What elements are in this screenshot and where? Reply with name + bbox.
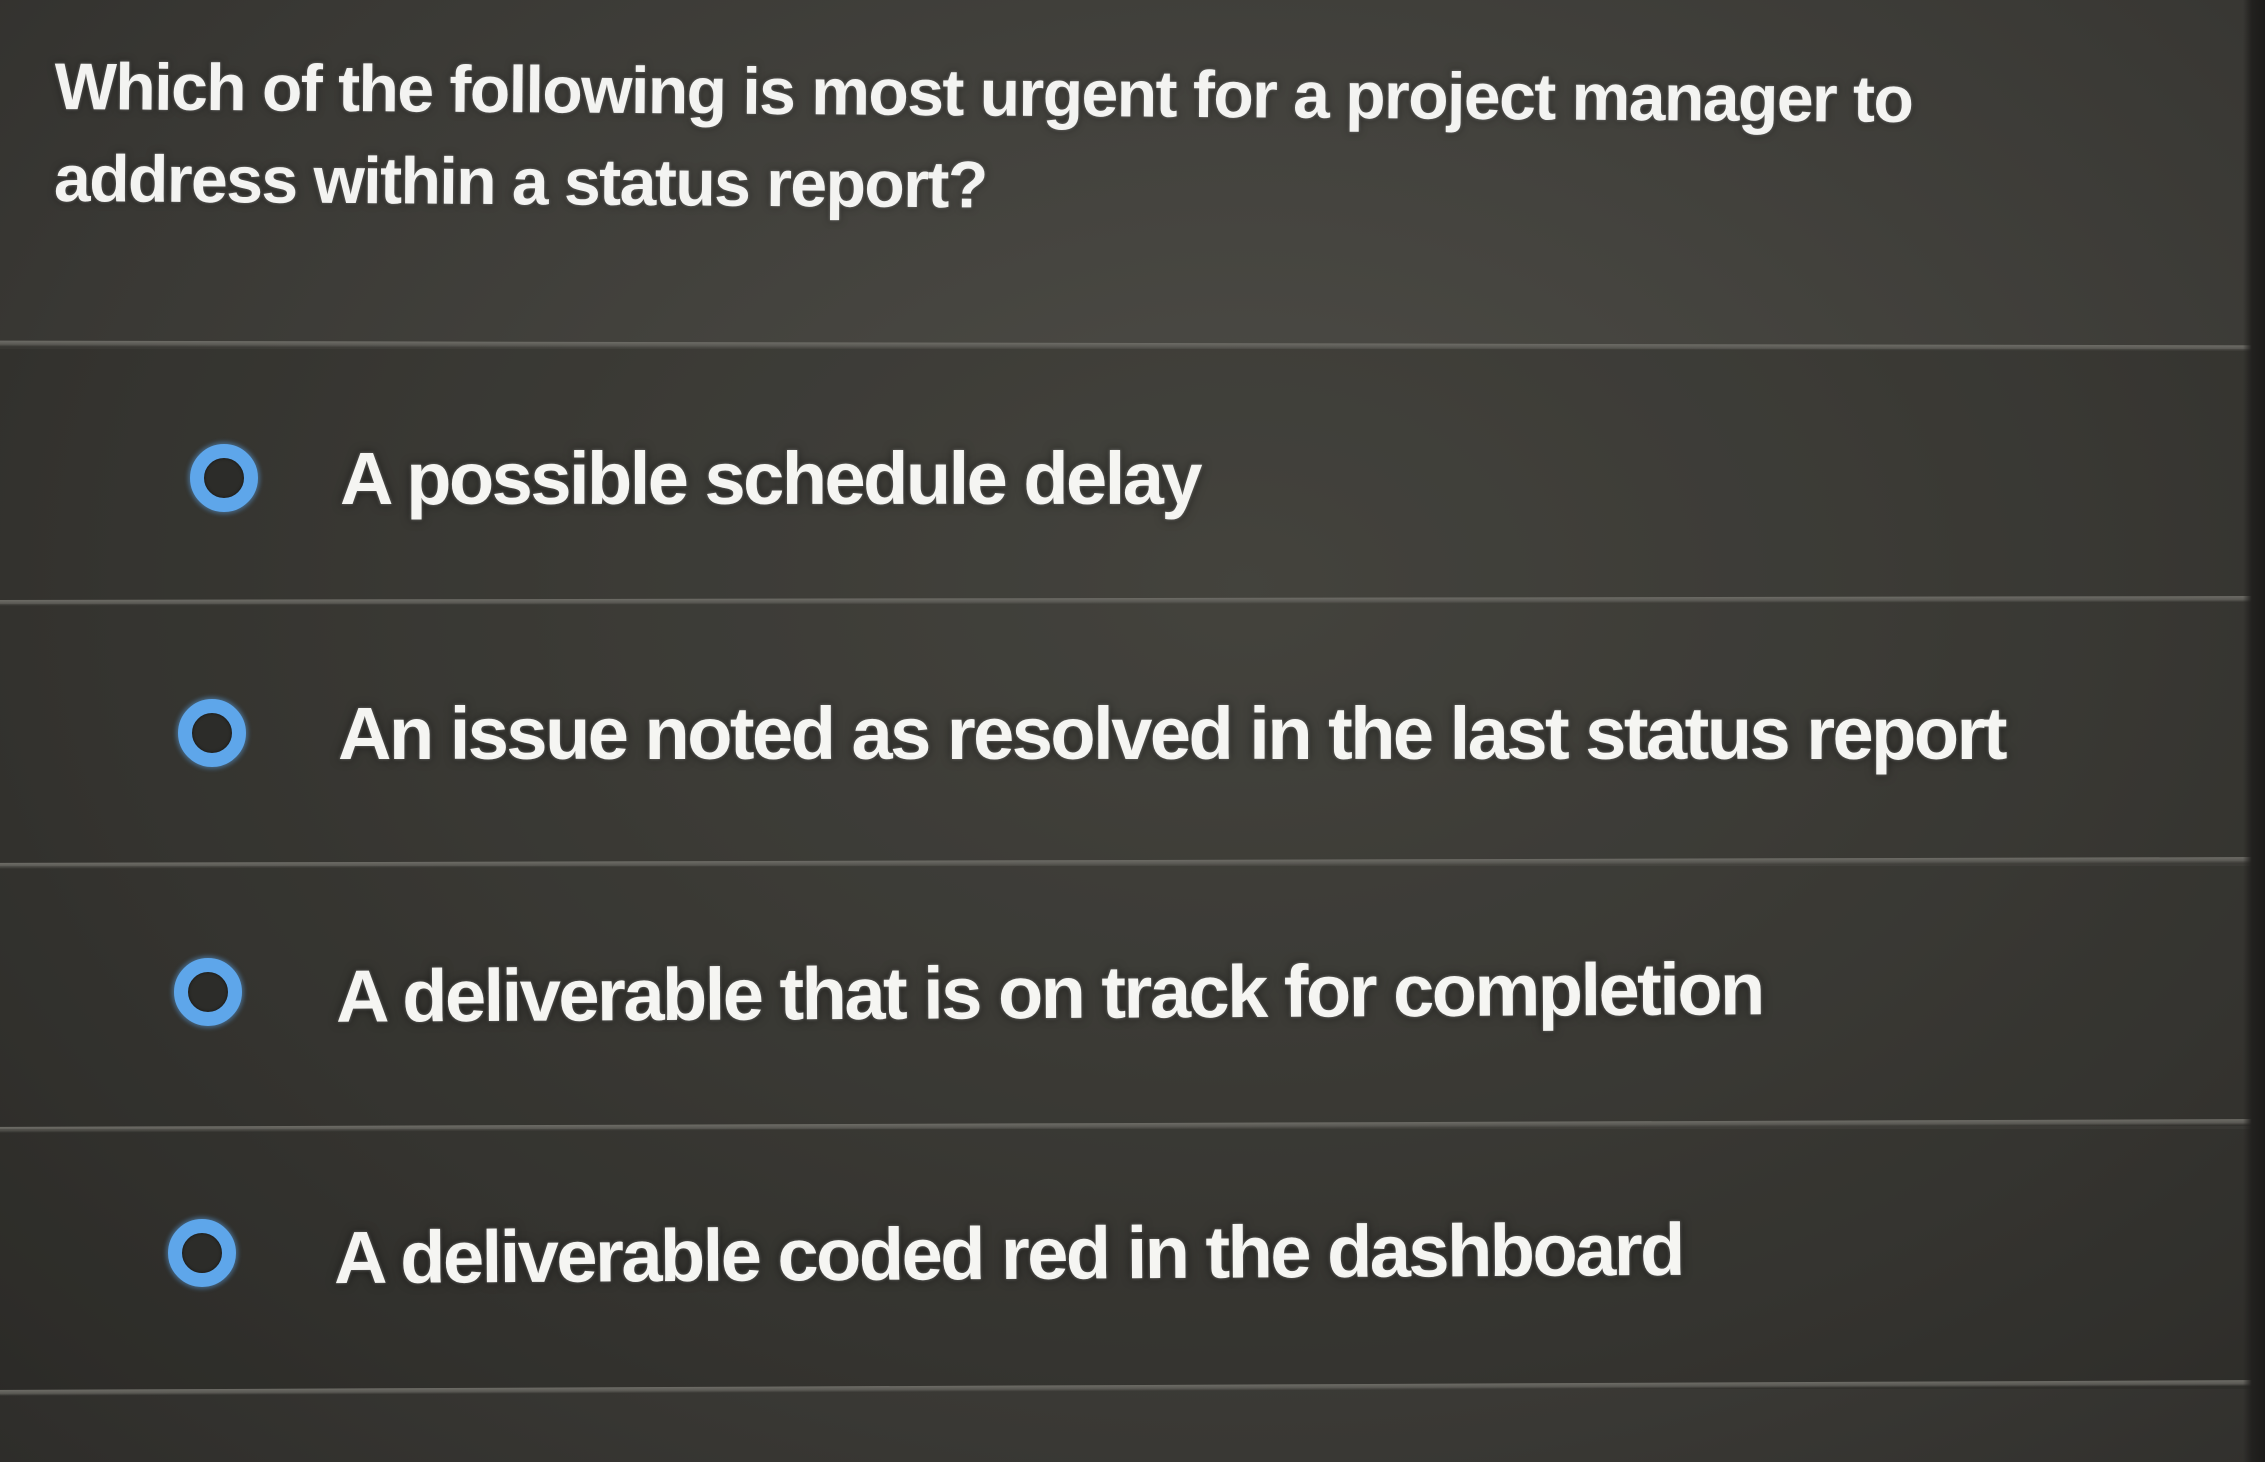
option-label[interactable]: A deliverable coded red in the dashboard (334, 1206, 1683, 1299)
option-3[interactable]: A deliverable that is on track for compl… (174, 932, 1763, 1052)
radio-button[interactable] (168, 1219, 236, 1287)
quiz-screen: Which of the following is most urgent fo… (0, 0, 2265, 1462)
option-label[interactable]: A possible schedule delay (340, 436, 1203, 521)
option-2[interactable]: An issue noted as resolved in the last s… (178, 673, 2008, 793)
option-label[interactable]: A deliverable that is on track for compl… (336, 946, 1763, 1038)
radio-button[interactable] (174, 958, 242, 1026)
question-text: Which of the following is most urgent fo… (53, 48, 1913, 222)
screen-bezel (2243, 0, 2265, 1462)
option-4[interactable]: A deliverable coded red in the dashboard (168, 1193, 1683, 1313)
radio-button[interactable] (190, 444, 258, 512)
option-1[interactable]: A possible schedule delay (190, 418, 1203, 538)
option-label[interactable]: An issue noted as resolved in the last s… (338, 691, 2008, 776)
radio-button[interactable] (178, 699, 246, 767)
